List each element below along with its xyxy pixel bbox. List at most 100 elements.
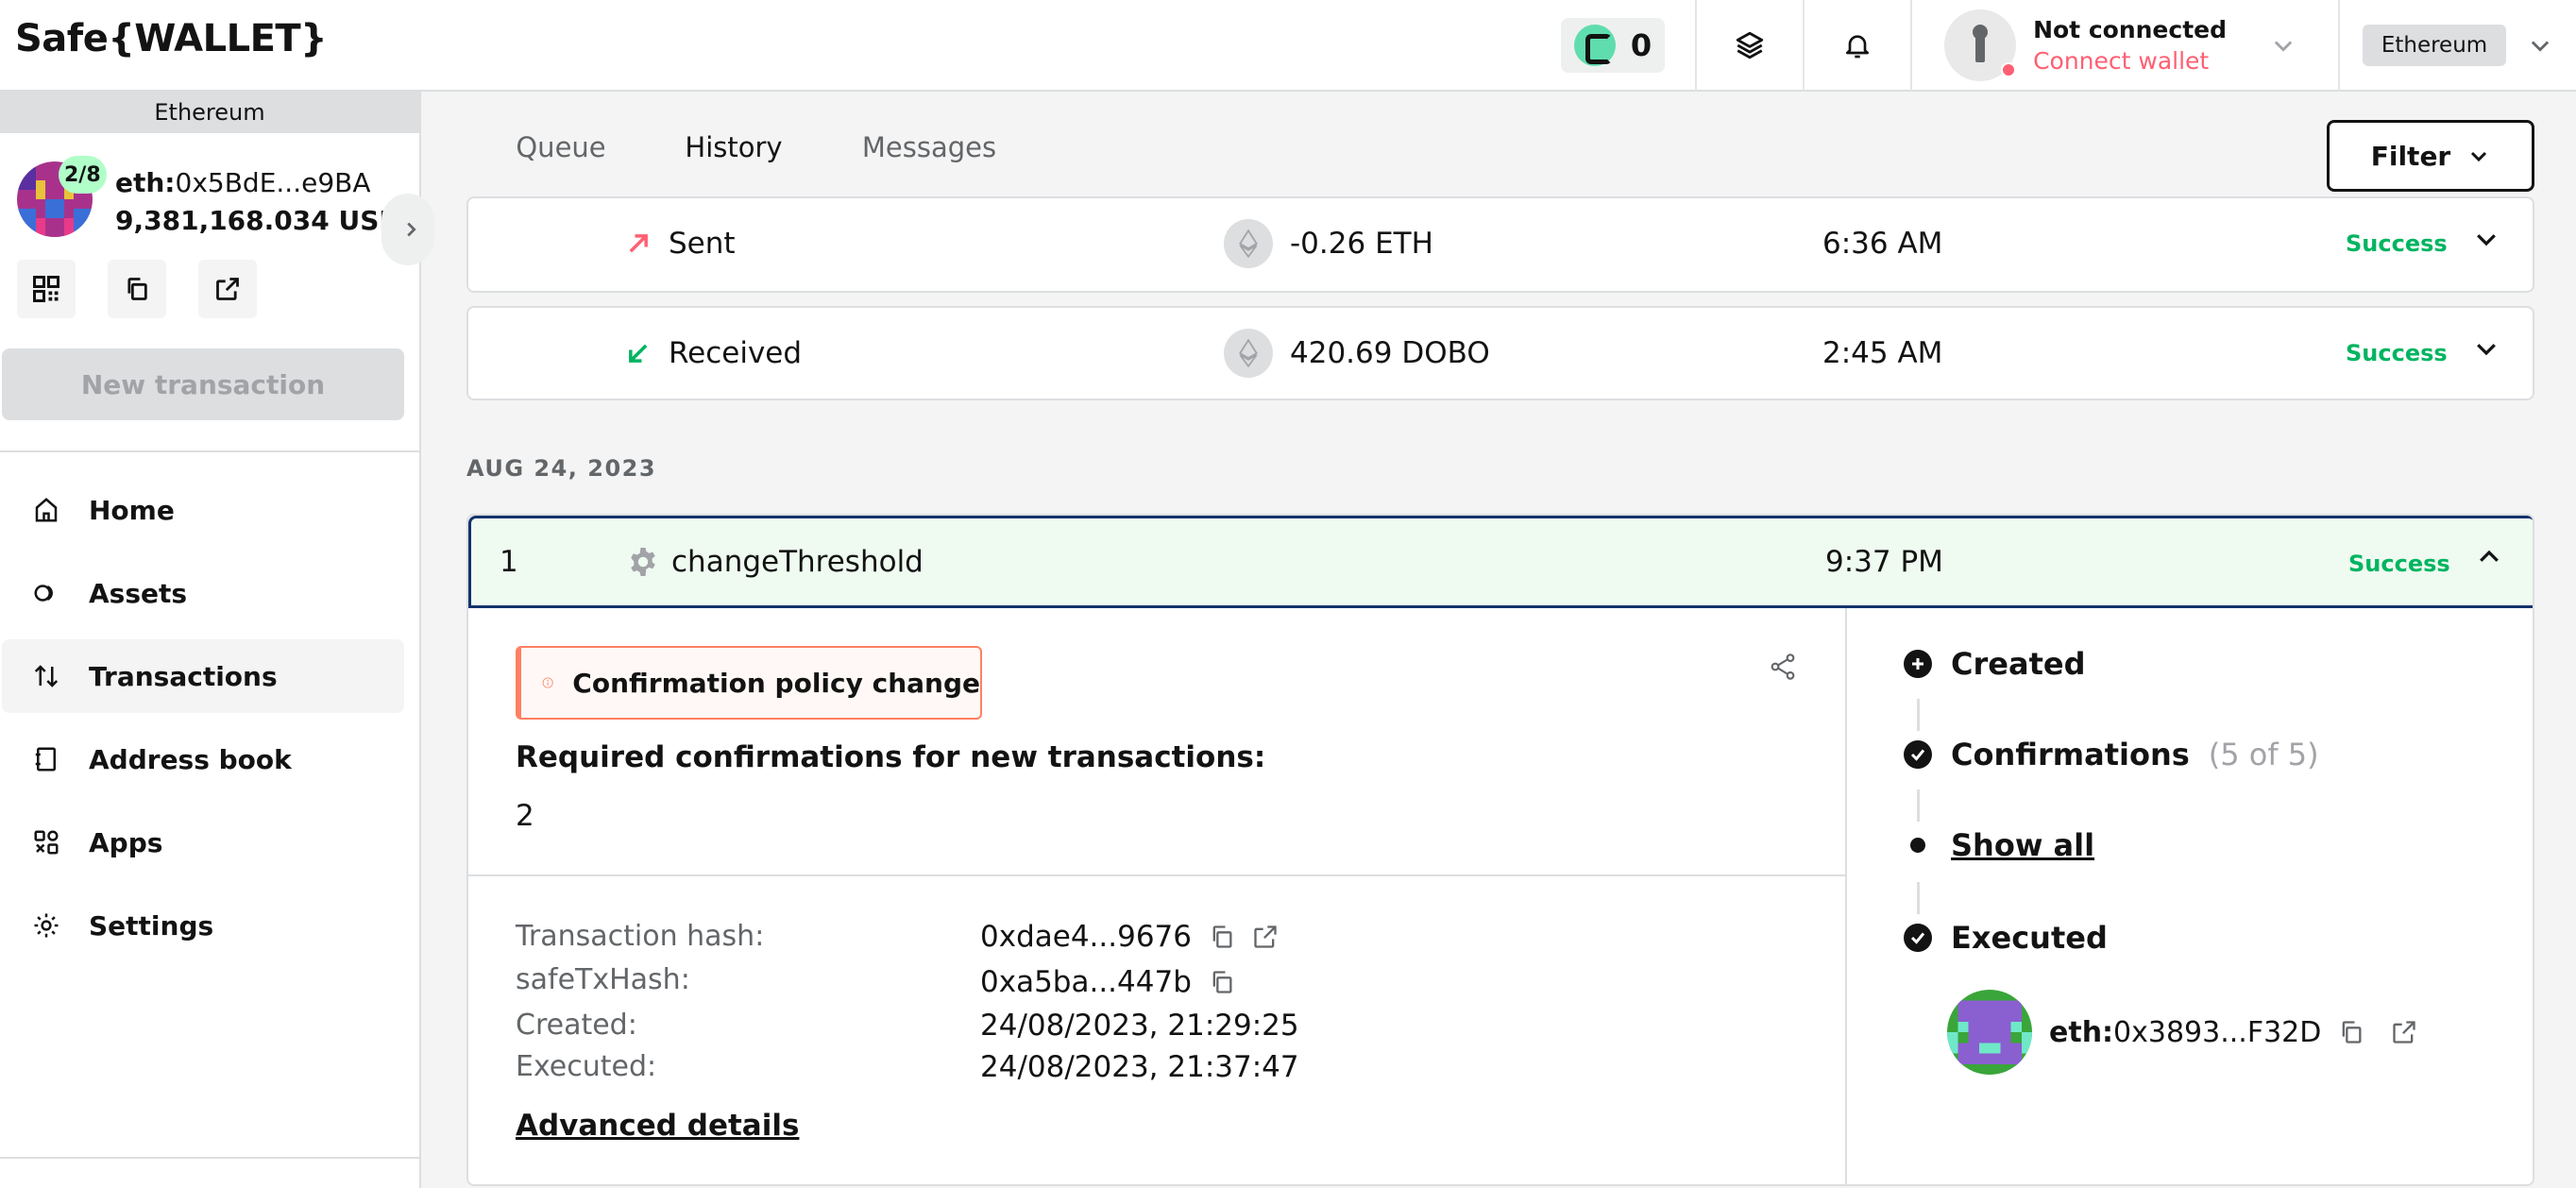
sidebar-item-assets[interactable]: Assets: [2, 556, 404, 630]
share-icon[interactable]: [1768, 652, 1798, 682]
safe-actions: [17, 260, 257, 318]
external-link-icon[interactable]: [1252, 924, 1279, 950]
wallet-avatar: [1944, 9, 2017, 81]
step-executed: Executed: [1904, 920, 2108, 956]
tx-amount: 420.69 DOBO: [1290, 336, 1490, 370]
external-link-icon: [216, 278, 239, 300]
advanced-details-link[interactable]: Advanced details: [516, 1109, 799, 1143]
page: Safe{WALLET} 0 Not connected Connect wal…: [0, 0, 2576, 1188]
plus-circle-icon: [1904, 650, 1932, 678]
network-selector[interactable]: Ethereum: [2338, 0, 2576, 91]
sidebar-item-label: Settings: [89, 909, 214, 942]
safe-tx-hash-value: 0xa5ba...447b: [980, 965, 1192, 999]
account-status: Not connected: [2033, 16, 2227, 43]
network-chip: Ethereum: [2362, 25, 2507, 66]
safe-balance: 9,381,168.034 USD: [115, 205, 401, 236]
sidebar-item-label: Assets: [89, 577, 188, 609]
sidebar-item-label: Home: [89, 494, 175, 526]
safe-tx-hash-label: safeTxHash:: [516, 963, 690, 996]
notifications-button[interactable]: [1803, 0, 1910, 91]
chevron-down-icon[interactable]: [2472, 225, 2500, 253]
executed-value: 24/08/2023, 21:37:47: [980, 1050, 1299, 1084]
sidebar-item-address-book[interactable]: Address book: [2, 722, 404, 796]
tx-amount: -0.26 ETH: [1290, 227, 1433, 261]
copy-icon: [127, 278, 147, 300]
token-count: 0: [1630, 27, 1652, 63]
created-label: Created:: [516, 1009, 637, 1042]
copy-icon[interactable]: [1209, 924, 1235, 950]
account-button[interactable]: Not connected Connect wallet: [1910, 0, 2338, 91]
copy-icon[interactable]: [2338, 1019, 2364, 1045]
tab-messages[interactable]: Messages: [825, 92, 1033, 203]
sidebar-divider: [0, 450, 419, 452]
filter-label: Filter: [2370, 140, 2451, 172]
gear-icon: [631, 548, 655, 576]
tx-time: 6:36 AM: [1822, 227, 1943, 261]
bell-icon: [1846, 35, 1870, 59]
chevron-down-icon: [2274, 41, 2293, 52]
token-chip[interactable]: 0: [1560, 18, 1666, 73]
sidebar-item-transactions[interactable]: Transactions: [2, 639, 404, 713]
step-label: Executed: [1951, 920, 2108, 956]
executed-label: Executed:: [516, 1050, 657, 1083]
tab-queue[interactable]: Queue: [478, 92, 644, 203]
check-circle-icon: [1904, 924, 1932, 952]
chevron-up-icon[interactable]: [2475, 543, 2503, 571]
settings-icon: [32, 911, 60, 940]
new-transaction-button[interactable]: New transaction: [2, 348, 404, 420]
tx-row-sent[interactable]: Sent -0.26 ETH 6:36 AM Success: [466, 196, 2534, 293]
tx-nonce: 1: [500, 545, 518, 579]
copy-icon[interactable]: [1209, 969, 1235, 995]
tx-hash-label: Transaction hash:: [516, 920, 765, 953]
step-connector: [1917, 699, 1920, 731]
chain-prefix: eth:: [2049, 1015, 2114, 1049]
tab-history[interactable]: History: [642, 92, 825, 203]
address-book-icon: [32, 745, 60, 773]
connect-wallet-link[interactable]: Connect wallet: [2033, 47, 2227, 75]
safe-address[interactable]: eth:0x5BdE...e9BA: [115, 167, 371, 198]
executor-address[interactable]: eth:0x3893...F32D: [2049, 1016, 2321, 1049]
transactions-icon: [32, 662, 60, 690]
safe-logo[interactable]: Safe{WALLET}: [15, 17, 328, 60]
qr-code-button[interactable]: [17, 260, 76, 318]
policy-change-alert: Confirmation policy change: [516, 646, 982, 720]
tx-row-received[interactable]: Received 420.69 DOBO 2:45 AM Success: [466, 306, 2534, 400]
external-link-icon[interactable]: [2391, 1019, 2417, 1045]
chevron-right-icon: [407, 222, 416, 237]
sidebar-item-home[interactable]: Home: [2, 473, 404, 547]
sidebar-item-label: Apps: [89, 826, 163, 858]
copy-address-button[interactable]: [108, 260, 166, 318]
sidebar-item-label: Address book: [89, 743, 292, 775]
tx-tabs: Queue History Messages: [421, 92, 2576, 203]
required-confirmations-value: 2: [516, 799, 534, 833]
sidebar-network-label: Ethereum: [0, 92, 419, 133]
bullet-icon: [1910, 838, 1925, 853]
home-icon: [32, 496, 60, 524]
info-icon: [542, 677, 553, 688]
tx-type-label: Received: [669, 336, 803, 370]
safe-tx-hash-row: 0xa5ba...447b: [980, 965, 1235, 999]
assets-icon: [32, 579, 60, 607]
token-counter[interactable]: 0: [1531, 0, 1695, 91]
tx-type-label: Sent: [669, 227, 736, 261]
tx-time: 2:45 AM: [1822, 336, 1943, 370]
tx-method: changeThreshold: [671, 545, 924, 579]
safe-token-icon: [1573, 25, 1616, 66]
step-label: Created: [1951, 646, 2086, 682]
expanded-tx-header[interactable]: 1 changeThreshold 9:37 PM Success: [468, 516, 2533, 608]
chevron-down-icon[interactable]: [2472, 334, 2500, 363]
safe-list-expand-button[interactable]: [381, 194, 434, 265]
tx-time: 9:37 PM: [1825, 545, 1943, 579]
open-explorer-button[interactable]: [198, 260, 257, 318]
required-confirmations-label: Required confirmations for new transacti…: [516, 740, 1266, 774]
step-connector: [1917, 789, 1920, 822]
chevron-down-icon: [2532, 41, 2550, 52]
disconnected-dot: [2001, 62, 2017, 77]
sidebar-item-apps[interactable]: Apps: [2, 806, 404, 879]
show-all-link[interactable]: Show all: [1951, 827, 2094, 863]
sidebar-item-settings[interactable]: Settings: [2, 889, 404, 962]
date-group-label: AUG 24, 2023: [466, 455, 657, 482]
batch-button[interactable]: [1695, 0, 1803, 91]
tx-hash-row: 0xdae4...9676: [980, 920, 1279, 954]
filter-button[interactable]: Filter: [2327, 120, 2534, 192]
